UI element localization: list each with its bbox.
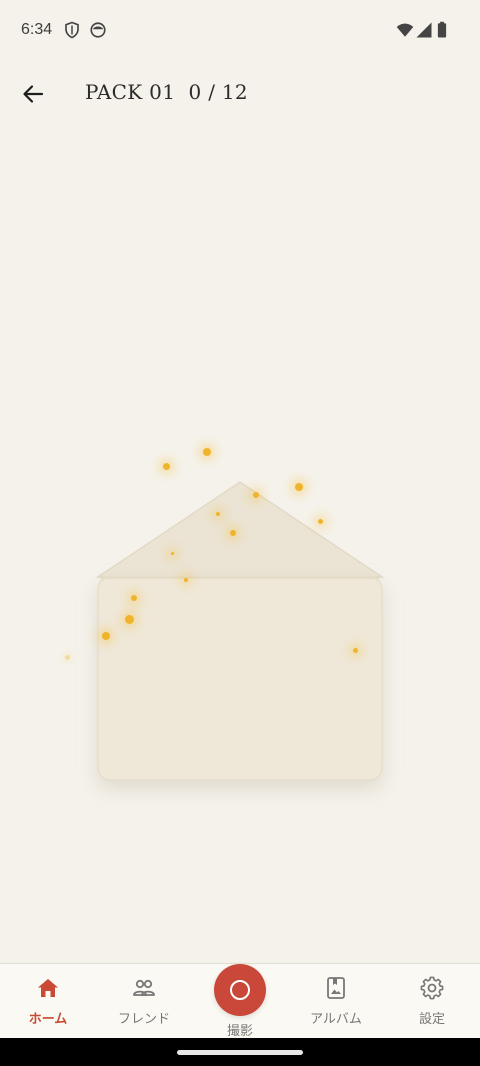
nav-item-settings[interactable]: 設定 bbox=[384, 964, 480, 1039]
nav-item-home[interactable]: ホーム bbox=[0, 964, 96, 1039]
nav-label-home: ホーム bbox=[28, 1012, 68, 1027]
status-time: 6:34 bbox=[21, 21, 53, 38]
sparkle-icon bbox=[102, 632, 110, 640]
pack-screen: 6:34 PACK 01 0 / 12 ホーム フレンド アルバム 設定 撮影 bbox=[0, 0, 480, 1066]
sparkle-icon bbox=[295, 483, 303, 491]
home-gesture-handle[interactable] bbox=[177, 1050, 303, 1055]
camera-shutter-icon bbox=[230, 980, 250, 1000]
gear-icon bbox=[420, 976, 444, 1000]
nav-label-settings: 設定 bbox=[418, 1012, 445, 1027]
app-face-icon bbox=[89, 21, 107, 39]
page-title: PACK 01 0 / 12 bbox=[85, 80, 248, 104]
sparkle-icon bbox=[65, 655, 70, 660]
sparkle-icon bbox=[125, 615, 134, 624]
shield-icon bbox=[63, 21, 81, 39]
nav-item-friends[interactable]: フレンド bbox=[96, 964, 192, 1039]
sparkle-icon bbox=[203, 448, 211, 456]
sparkle-icon bbox=[318, 519, 323, 524]
sparkle-icon bbox=[353, 648, 358, 653]
capture-button[interactable] bbox=[214, 964, 266, 1016]
sparkle-icon bbox=[171, 552, 174, 555]
nav-label-friends: フレンド bbox=[117, 1012, 170, 1027]
battery-icon bbox=[435, 21, 449, 39]
sparkle-icon bbox=[131, 595, 137, 601]
sparkle-icon bbox=[163, 463, 170, 470]
back-button[interactable] bbox=[16, 77, 50, 111]
sparkle-icon bbox=[253, 492, 259, 498]
album-icon bbox=[324, 976, 348, 1000]
pack-envelope[interactable] bbox=[0, 420, 480, 840]
cell-signal-icon bbox=[415, 21, 433, 39]
status-bar: 6:34 bbox=[0, 0, 480, 62]
nav-label-album: アルバム bbox=[310, 1012, 362, 1027]
friends-icon bbox=[132, 976, 156, 1000]
gesture-bar bbox=[0, 1038, 480, 1066]
envelope-graphic bbox=[95, 481, 385, 781]
home-icon bbox=[36, 976, 60, 1000]
envelope-flap bbox=[95, 481, 385, 578]
sparkle-icon bbox=[230, 530, 236, 536]
wifi-icon bbox=[395, 21, 415, 39]
nav-item-album[interactable]: アルバム bbox=[288, 964, 384, 1039]
envelope-body bbox=[97, 576, 383, 781]
sparkle-icon bbox=[216, 512, 220, 516]
arrow-left-icon bbox=[23, 85, 44, 103]
sparkle-icon bbox=[184, 578, 188, 582]
nav-label-capture: 撮影 bbox=[226, 1024, 253, 1039]
